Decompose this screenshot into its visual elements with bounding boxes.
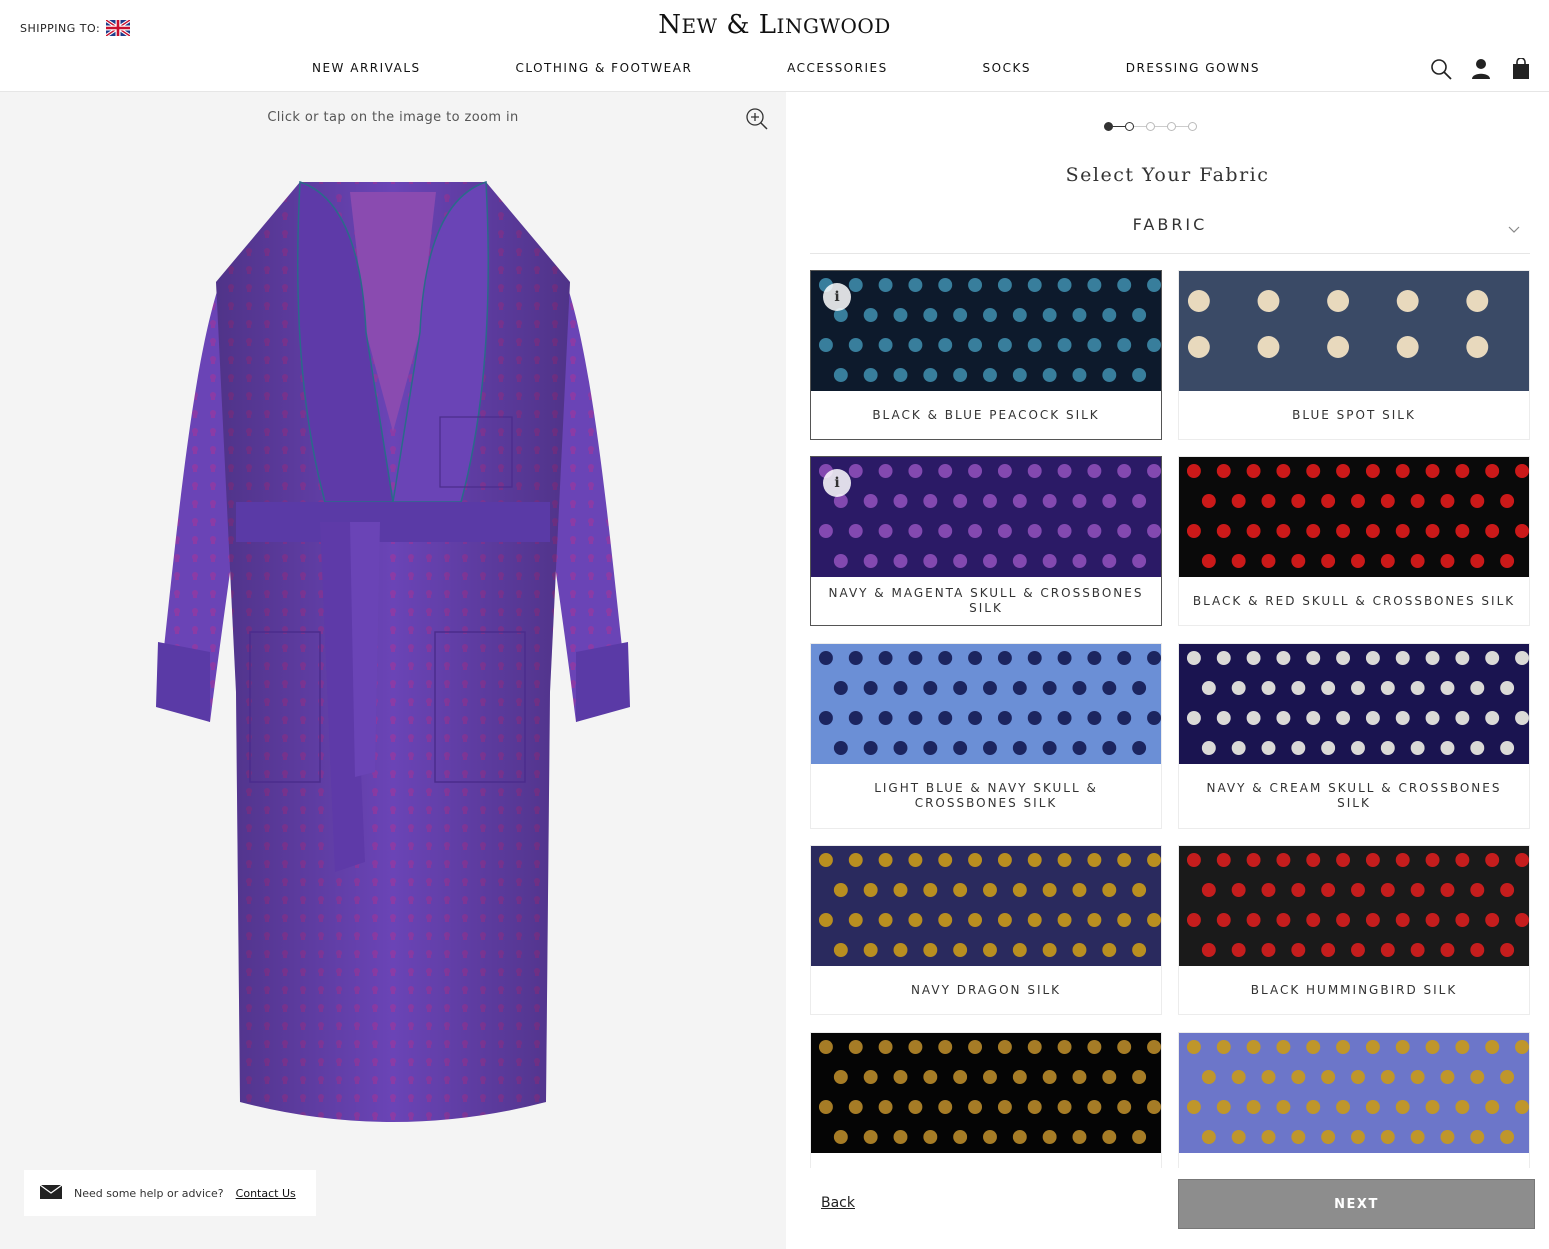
fabric-swatch[interactable]: [811, 271, 1161, 391]
zoom-in-icon[interactable]: [745, 107, 769, 131]
step-dot-5[interactable]: [1188, 122, 1197, 131]
back-link[interactable]: Back: [821, 1195, 855, 1211]
info-icon[interactable]: i: [823, 469, 851, 497]
contact-us-link[interactable]: Contact Us: [236, 1187, 296, 1200]
fabric-name: BLACK HUMMINGBIRD SILK: [1250, 982, 1458, 997]
step-dot-3[interactable]: [1146, 122, 1155, 131]
account-icon[interactable]: [1469, 58, 1493, 80]
configurator-panel: Select Your Fabric FABRIC i BLACK & BLUE …: [786, 92, 1549, 1249]
fabric-swatch[interactable]: [1179, 1033, 1529, 1153]
product-image-panel[interactable]: Click or tap on the image to zoom in Nee…: [0, 92, 786, 1249]
nav-accessories[interactable]: ACCESSORIES: [787, 61, 888, 75]
brand-logo[interactable]: NEW & LINGWOOD: [0, 10, 1549, 40]
fabric-card[interactable]: i BLACK & BLUE PEACOCK SILK: [810, 270, 1162, 440]
help-box: Need some help or advice? Contact Us: [24, 1170, 316, 1216]
fabric-swatch[interactable]: [1179, 846, 1529, 966]
fabric-swatch[interactable]: [1179, 457, 1529, 577]
nav-dressing-gowns[interactable]: DRESSING GOWNS: [1126, 61, 1260, 75]
step-footer: Back NEXT: [786, 1168, 1549, 1249]
step-title: Select Your Fabric: [1065, 164, 1270, 186]
logo-part: L: [758, 10, 777, 40]
fabric-swatch[interactable]: [811, 1033, 1161, 1153]
fabric-name: [811, 1153, 1161, 1168]
step-progress: [1104, 122, 1197, 131]
fabric-name: NAVY & MAGENTA SKULL & CROSSBONES SILK: [828, 586, 1144, 615]
fabric-name: NAVY DRAGON SILK: [910, 982, 1062, 997]
step-dot-2[interactable]: [1125, 122, 1134, 131]
nav-clothing-footwear[interactable]: CLOTHING & FOOTWEAR: [515, 61, 692, 75]
fabric-section-toggle[interactable]: FABRIC: [810, 202, 1530, 254]
fabric-card[interactable]: LIGHT BLUE & NAVY SKULL & CROSSBONES SIL…: [810, 643, 1162, 829]
fabric-name: NAVY & CREAM SKULL & CROSSBONES SILK: [1206, 781, 1502, 810]
mail-icon: [39, 1184, 63, 1202]
fabric-swatch[interactable]: [811, 644, 1161, 764]
step-connector: [1155, 126, 1167, 127]
fabric-card[interactable]: [810, 1032, 1162, 1168]
logo-part: &: [717, 10, 759, 40]
zoom-hint: Click or tap on the image to zoom in: [267, 110, 519, 125]
step-dot-1[interactable]: [1104, 122, 1113, 131]
chevron-down-icon[interactable]: [1508, 220, 1520, 233]
logo-part: INGWOOD: [776, 14, 891, 38]
fabric-card[interactable]: BLUE SPOT SILK: [1178, 270, 1530, 440]
fabric-card[interactable]: [1178, 1032, 1530, 1168]
step-connector: [1134, 126, 1146, 127]
fabric-swatch[interactable]: [811, 457, 1161, 577]
fabric-card[interactable]: BLACK HUMMINGBIRD SILK: [1178, 845, 1530, 1015]
next-button[interactable]: NEXT: [1178, 1179, 1535, 1229]
fabric-swatch[interactable]: [1179, 644, 1529, 764]
fabric-section-label: FABRIC: [1132, 215, 1208, 234]
main-nav: NEW ARRIVALS CLOTHING & FOOTWEAR ACCESSO…: [256, 61, 1316, 75]
info-icon[interactable]: i: [823, 283, 851, 311]
fabric-name: BLUE SPOT SILK: [1292, 407, 1416, 422]
step-connector: [1176, 126, 1188, 127]
fabric-name: BLACK & RED SKULL & CROSSBONES SILK: [1192, 593, 1516, 608]
fabric-name: BLACK & BLUE PEACOCK SILK: [872, 407, 1100, 422]
fabric-card[interactable]: NAVY DRAGON SILK: [810, 845, 1162, 1015]
fabric-card[interactable]: NAVY & CREAM SKULL & CROSSBONES SILK: [1178, 643, 1530, 829]
fabric-name: LIGHT BLUE & NAVY SKULL & CROSSBONES SIL…: [874, 781, 1098, 810]
logo-part: N: [658, 10, 682, 40]
fabric-card[interactable]: BLACK & RED SKULL & CROSSBONES SILK: [1178, 456, 1530, 626]
step-dot-4[interactable]: [1167, 122, 1176, 131]
fabric-swatch[interactable]: [811, 846, 1161, 966]
fabric-card[interactable]: i NAVY & MAGENTA SKULL & CROSSBONES SILK: [810, 456, 1162, 626]
site-header: SHIPPING TO: NEW & LINGWOOD NEW ARRIVALS…: [0, 0, 1549, 92]
step-connector: [1113, 126, 1125, 127]
header-icons: [1429, 58, 1533, 80]
fabric-grid: i BLACK & BLUE PEACOCK SILK BLUE SPOT SILK…: [810, 270, 1530, 1168]
nav-new-arrivals[interactable]: NEW ARRIVALS: [312, 61, 421, 75]
dressing-gown-image[interactable]: [150, 172, 636, 1132]
nav-socks[interactable]: SOCKS: [983, 61, 1031, 75]
bag-icon[interactable]: [1509, 58, 1533, 80]
help-text: Need some help or advice?: [74, 1186, 224, 1200]
search-icon[interactable]: [1429, 58, 1453, 80]
logo-part: EW: [681, 14, 718, 38]
fabric-name: [1179, 1153, 1529, 1168]
fabric-swatch[interactable]: [1179, 271, 1529, 391]
